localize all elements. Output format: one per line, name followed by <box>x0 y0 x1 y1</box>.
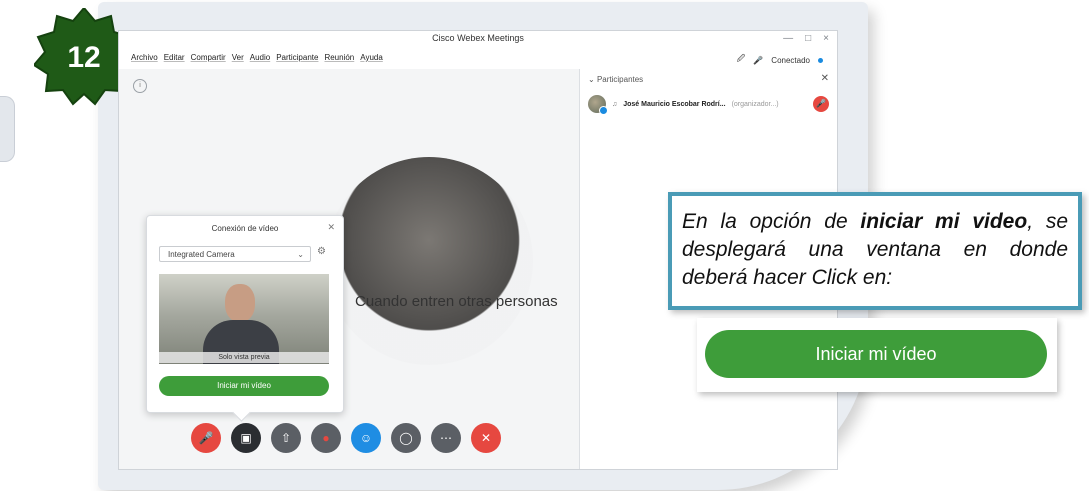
participant-name: José Mauricio Escobar Rodrí... <box>623 100 726 108</box>
chat-icon: ◯ <box>399 431 413 445</box>
menu-items: Archivo Editar Compartir Ver Audio Parti… <box>131 53 383 62</box>
headset-icon: ♫ <box>612 100 618 108</box>
chat-button[interactable]: ◯ <box>391 423 421 453</box>
menu-editar[interactable]: Editar <box>164 53 185 62</box>
video-connection-popup: Conexión de vídeo ✕ Integrated Camera ⌄ … <box>146 215 344 413</box>
menu-compartir[interactable]: Compartir <box>191 53 226 62</box>
video-button[interactable]: ▣ <box>231 423 261 453</box>
share-button[interactable]: ⇧ <box>271 423 301 453</box>
add-user-icon: ☺ <box>359 431 373 445</box>
zoomed-start-video-button[interactable]: Iniciar mi vídeo <box>705 330 1047 378</box>
maximize-button[interactable]: □ <box>805 33 811 44</box>
menu-audio[interactable]: Audio <box>250 53 270 62</box>
more-button[interactable]: ⋯ <box>431 423 461 453</box>
instruction-highlight: iniciar mi video <box>860 210 1028 233</box>
camera-preview <box>159 274 329 364</box>
connection-status: 🖉 🎤 Conectado <box>737 53 823 67</box>
start-video-button[interactable]: Iniciar mi vídeo <box>159 376 329 396</box>
menu-ayuda[interactable]: Ayuda <box>360 53 383 62</box>
menu-bar: Archivo Editar Compartir Ver Audio Parti… <box>119 49 837 69</box>
close-icon: ✕ <box>480 431 492 445</box>
participants-button[interactable]: ☺ <box>351 423 381 453</box>
waiting-message: Cuando entren otras personas <box>355 293 558 310</box>
mic-muted-icon[interactable]: 🎤 <box>753 56 763 65</box>
mute-button[interactable]: 🎤 <box>191 423 221 453</box>
pin-icon[interactable]: 🖉 <box>737 53 746 67</box>
upload-icon: ⇧ <box>280 431 292 445</box>
camera-select-value: Integrated Camera <box>168 250 235 259</box>
menu-ver[interactable]: Ver <box>232 53 244 62</box>
menu-reunion[interactable]: Reunión <box>324 53 354 62</box>
close-panel-icon[interactable]: ✕ <box>821 73 829 84</box>
camera-icon: ▣ <box>240 431 252 445</box>
title-bar: Cisco Webex Meetings — □ × <box>119 31 837 50</box>
instruction-text: En la opción de iniciar mi video, se des… <box>682 210 1068 289</box>
participants-header[interactable]: ⌄ Participantes <box>588 75 643 84</box>
zoomed-button-card: Iniciar mi vídeo <box>697 318 1057 392</box>
side-tab <box>0 96 15 162</box>
avatar <box>588 95 608 115</box>
camera-select[interactable]: Integrated Camera ⌄ <box>159 246 311 262</box>
participant-row[interactable]: ♫ José Mauricio Escobar Rodrí... (organi… <box>588 91 829 117</box>
participant-role: (organizador...) <box>731 100 779 108</box>
more-icon: ⋯ <box>440 431 452 445</box>
gear-icon[interactable]: ⚙ <box>317 246 326 257</box>
info-icon[interactable]: i <box>133 79 147 93</box>
close-window-button[interactable]: × <box>823 33 829 44</box>
leave-button[interactable]: ✕ <box>471 423 501 453</box>
menu-participante[interactable]: Participante <box>276 53 318 62</box>
record-icon: ● <box>322 431 330 445</box>
meeting-controls: 🎤 ▣ ⇧ ● ☺ ◯ ⋯ ✕ <box>191 423 501 453</box>
preview-person-head <box>225 284 255 322</box>
window-controls: — □ × <box>783 33 829 44</box>
host-avatar-large <box>325 157 533 365</box>
status-dot-icon <box>818 57 823 63</box>
mic-muted-icon[interactable]: 🎤 <box>813 96 829 112</box>
menu-archivo[interactable]: Archivo <box>131 53 158 62</box>
minimize-button[interactable]: — <box>783 33 793 44</box>
instruction-callout: En la opción de iniciar mi video, se des… <box>668 192 1082 310</box>
status-label: Conectado <box>771 55 810 65</box>
mic-off-icon: 🎤 <box>198 431 214 445</box>
record-button[interactable]: ● <box>311 423 341 453</box>
chevron-down-icon: ⌄ <box>297 250 304 259</box>
preview-caption: Solo vista previa <box>159 352 329 363</box>
close-icon[interactable]: ✕ <box>327 222 335 233</box>
window-title: Cisco Webex Meetings <box>432 33 524 43</box>
popup-title: Conexión de vídeo <box>211 224 279 233</box>
